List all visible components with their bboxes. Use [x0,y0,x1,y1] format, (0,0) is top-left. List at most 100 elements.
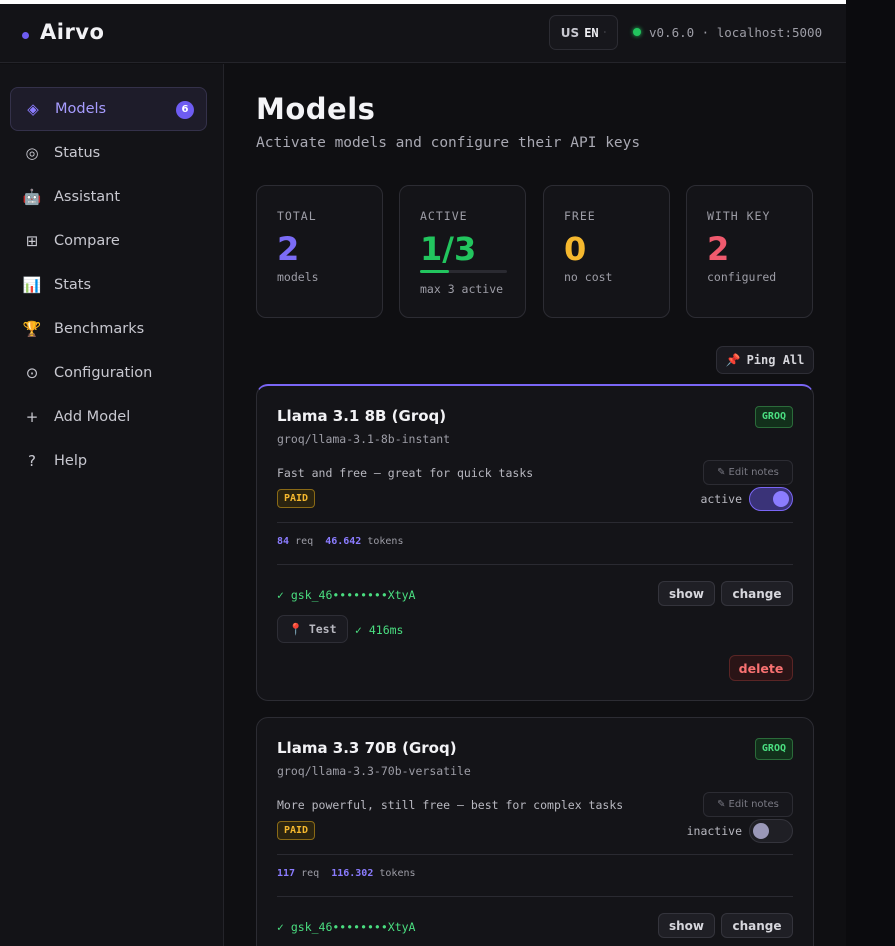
stat-card-with-key: WITH KEY 2 configured [686,185,813,318]
page-subtitle: Activate models and configure their API … [256,135,641,151]
model-name: Llama 3.1 8B (Groq) [277,407,447,425]
sidebar-item-label: Configuration [54,365,153,381]
plus-icon: + [25,408,39,426]
sidebar-item-label: Compare [54,233,120,249]
edit-notes-label: Edit notes [728,467,779,478]
sidebar-item-assistant[interactable]: 🤖 Assistant [10,175,207,219]
robot-icon: 🤖 [22,188,42,206]
sidebar-item-help[interactable]: ? Help [10,439,207,483]
edit-notes-label: Edit notes [728,799,779,810]
change-key-button[interactable]: change [721,913,793,938]
tier-badge: PAID [277,821,316,840]
sidebar-item-compare[interactable]: ⊞ Compare [10,219,207,263]
stat-label: FREE [564,209,596,223]
sidebar-item-configuration[interactable]: ⊙ Configuration [10,351,207,395]
country-code: US [560,25,580,40]
model-id: groq/llama-3.1-8b-instant [277,432,451,446]
version-info: v0.6.0 · localhost:5000 [649,25,823,40]
stat-label: WITH KEY [707,209,771,223]
divider [277,854,793,855]
divider [277,522,793,523]
model-active-toggle[interactable] [749,487,793,511]
sidebar-item-label: Benchmarks [54,321,145,337]
ping-all-label: Ping All [746,353,805,367]
request-count: 84 [277,536,290,547]
sidebar-item-add-model[interactable]: + Add Model [10,395,207,439]
stat-sub: no cost [564,270,613,284]
stat-card-active: ACTIVE 1/3 max 3 active [399,185,526,318]
api-key-value: ✓ gsk_46••••••••XtyA [277,920,416,934]
model-description: More powerful, still free — best for com… [277,798,624,812]
tier-badge: PAID [277,489,316,508]
page-title: Models [256,92,376,126]
provider-badge: GROQ [754,406,793,428]
pencil-icon: ✎ [717,467,726,478]
stat-label: TOTAL [277,209,317,223]
test-label: Test [308,622,337,636]
token-count: 116.302 [331,868,374,879]
stat-value: 2 [277,230,300,268]
show-key-button[interactable]: show [658,913,715,938]
request-count: 117 [277,868,296,879]
sidebar: ◈ Models 6 ◎ Status 🤖 Assistant ⊞ Compar… [0,64,224,946]
grid-icon: ⊞ [25,232,39,250]
token-label: tokens [379,868,416,879]
app-logo: Airvo [40,20,105,44]
edit-notes-button[interactable]: ✎ Edit notes [703,792,793,817]
language-code: EN [584,25,599,40]
chevron-down-icon: · [603,28,607,37]
sidebar-item-label: Assistant [54,189,121,205]
show-key-button[interactable]: show [658,581,715,606]
pin-icon: 📌 [725,353,741,367]
sidebar-item-stats[interactable]: 📊 Stats [10,263,207,307]
model-id: groq/llama-3.3-70b-versatile [277,764,471,778]
stat-card-total: TOTAL 2 models [256,185,383,318]
language-selector[interactable]: US EN · [549,15,618,50]
sidebar-item-models[interactable]: ◈ Models 6 [10,87,207,131]
stat-value: 1/3 [420,230,477,268]
sidebar-item-status[interactable]: ◎ Status [10,131,207,175]
status-icon: ◎ [25,144,39,162]
edit-notes-button[interactable]: ✎ Edit notes [703,460,793,485]
model-card: Llama 3.1 8B (Groq) groq/llama-3.1-8b-in… [256,384,814,701]
delete-button[interactable]: delete [729,655,793,681]
diamond-icon: ◈ [27,100,39,118]
settings-icon: ⊙ [25,364,39,382]
stat-sub: max 3 active [420,282,504,296]
toggle-knob [773,491,789,507]
stat-value: 0 [564,230,587,268]
toggle-state-label: active [700,492,742,506]
sidebar-item-benchmarks[interactable]: 🏆 Benchmarks [10,307,207,351]
token-count: 46.642 [325,536,362,547]
stat-value: 2 [707,230,730,268]
models-count-badge: 6 [176,101,194,119]
right-edge [846,0,895,946]
server-status-icon [633,28,641,36]
change-key-button[interactable]: change [721,581,793,606]
sidebar-item-label: Help [54,453,88,469]
stat-card-free: FREE 0 no cost [543,185,670,318]
trophy-icon: 🏆 [22,320,42,338]
sidebar-item-label: Add Model [54,409,131,425]
ping-all-button[interactable]: 📌 Ping All [716,346,814,374]
model-active-toggle[interactable] [749,819,793,843]
bar-chart-icon: 📊 [22,276,42,294]
divider [277,564,793,565]
toggle-knob [753,823,769,839]
active-progress-fill [420,270,449,273]
divider [277,896,793,897]
pin-icon: 📍 [288,622,303,636]
sidebar-item-label: Stats [54,277,92,293]
stat-sub: models [277,270,319,284]
pencil-icon: ✎ [717,799,726,810]
usage-stats: 117 req 116.302 tokens [277,868,416,879]
help-icon: ? [28,452,36,470]
sidebar-item-label: Models [55,101,107,117]
top-header: Airvo US EN · v0.6.0 · localhost:5000 [0,4,846,63]
sidebar-item-label: Status [54,145,101,161]
request-label: req [301,868,320,879]
request-label: req [295,536,314,547]
provider-badge: GROQ [754,738,793,760]
test-button[interactable]: 📍 Test [277,615,348,643]
stat-label: ACTIVE [420,209,468,223]
